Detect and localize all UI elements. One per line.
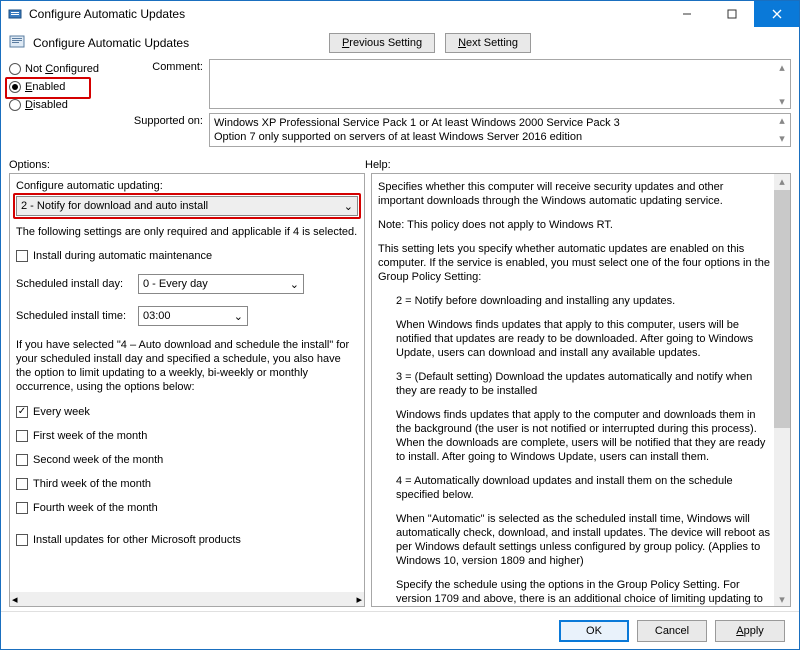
- state-row: Not Configured Enabled Disabled Comment:…: [1, 57, 799, 151]
- radio-icon: [9, 63, 21, 75]
- configure-updating-label: Configure automatic updating:: [16, 180, 358, 192]
- help-pane: Specifies whether this computer will rec…: [371, 173, 791, 607]
- radio-not-configured[interactable]: Not Configured: [9, 63, 129, 75]
- checkbox-icon: [16, 478, 28, 490]
- chevron-down-icon: ⌄: [290, 278, 299, 291]
- scroll-up-icon[interactable]: ▴: [774, 60, 790, 74]
- minimize-button[interactable]: [664, 1, 709, 27]
- help-text: Specifies whether this computer will rec…: [372, 174, 790, 606]
- sched-time-select[interactable]: 03:00 ⌄: [138, 306, 248, 326]
- help-p: Note: This policy does not apply to Wind…: [378, 218, 770, 232]
- sched-time-value: 03:00: [143, 310, 171, 322]
- panes: Configure automatic updating: 2 - Notify…: [1, 173, 799, 611]
- dialog-window: Configure Automatic Updates Configure Au…: [0, 0, 800, 650]
- help-p: Specify the schedule using the options i…: [378, 578, 770, 606]
- install-maintenance-checkbox[interactable]: Install during automatic maintenance: [16, 250, 358, 262]
- chevron-down-icon: ⌄: [344, 200, 353, 213]
- help-p: 3 = (Default setting) Download the updat…: [378, 370, 770, 398]
- checkbox-icon: [16, 454, 28, 466]
- close-button[interactable]: [754, 1, 799, 27]
- title-bar: Configure Automatic Updates: [1, 1, 799, 27]
- radio-disabled[interactable]: Disabled: [9, 99, 129, 111]
- scroll-down-icon[interactable]: ▾: [774, 132, 790, 146]
- radio-icon: [9, 81, 21, 93]
- help-p: When "Automatic" is selected as the sche…: [378, 512, 770, 568]
- options-label: Options:: [9, 159, 365, 171]
- comment-label: Comment:: [129, 59, 209, 73]
- supported-label: Supported on:: [129, 113, 209, 127]
- radio-icon: [9, 99, 21, 111]
- supported-value: Windows XP Professional Service Pack 1 o…: [214, 117, 620, 143]
- every-week-checkbox[interactable]: Every week: [16, 406, 358, 418]
- previous-setting-button[interactable]: Previous Setting: [329, 33, 435, 53]
- help-p: 2 = Notify before downloading and instal…: [378, 294, 770, 308]
- header-row: Configure Automatic Updates Previous Set…: [1, 27, 799, 57]
- first-week-checkbox[interactable]: First week of the month: [16, 430, 358, 442]
- second-week-label: Second week of the month: [33, 454, 163, 466]
- policy-icon: [9, 34, 25, 53]
- sched-day-select[interactable]: 0 - Every day ⌄: [138, 274, 304, 294]
- help-p: Windows finds updates that apply to the …: [378, 408, 770, 464]
- third-week-checkbox[interactable]: Third week of the month: [16, 478, 358, 490]
- second-week-checkbox[interactable]: Second week of the month: [16, 454, 358, 466]
- install-maintenance-label: Install during automatic maintenance: [33, 250, 212, 262]
- help-p: When Windows finds updates that apply to…: [378, 318, 770, 360]
- sched-day-label: Scheduled install day:: [16, 278, 132, 290]
- scroll-down-icon: ▾: [774, 592, 790, 606]
- other-ms-label: Install updates for other Microsoft prod…: [33, 534, 241, 546]
- scroll-up-icon: ▴: [774, 174, 790, 188]
- sched-day-value: 0 - Every day: [143, 278, 208, 290]
- scroll-down-icon[interactable]: ▾: [774, 94, 790, 108]
- window-title: Configure Automatic Updates: [29, 7, 664, 21]
- next-setting-button[interactable]: Next Setting: [445, 33, 531, 53]
- radio-enabled[interactable]: Enabled: [9, 81, 129, 93]
- help-p: Specifies whether this computer will rec…: [378, 180, 770, 208]
- state-radios: Not Configured Enabled Disabled: [9, 59, 129, 151]
- chevron-down-icon: ⌄: [234, 310, 243, 323]
- help-p: This setting lets you specify whether au…: [378, 242, 770, 284]
- checkbox-icon: [16, 430, 28, 442]
- meta-column: Comment: ▴▾ Supported on: Windows XP Pro…: [129, 59, 791, 151]
- limit-note: If you have selected "4 – Auto download …: [16, 338, 358, 394]
- page-title: Configure Automatic Updates: [33, 36, 189, 50]
- checkbox-icon: [16, 534, 28, 546]
- checkbox-icon: [16, 502, 28, 514]
- cancel-button[interactable]: Cancel: [637, 620, 707, 642]
- required-hint: The following settings are only required…: [16, 226, 358, 238]
- scroll-up-icon[interactable]: ▴: [774, 114, 790, 128]
- dialog-footer: OK Cancel Apply: [1, 611, 799, 649]
- scroll-left-icon: ◂: [12, 593, 18, 606]
- supported-field: Windows XP Professional Service Pack 1 o…: [209, 113, 791, 147]
- help-label: Help:: [365, 159, 391, 171]
- comment-field[interactable]: ▴▾: [209, 59, 791, 109]
- fourth-week-label: Fourth week of the month: [33, 502, 158, 514]
- every-week-label: Every week: [33, 406, 90, 418]
- section-labels: Options: Help:: [1, 151, 799, 173]
- maximize-button[interactable]: [709, 1, 754, 27]
- help-p: 4 = Automatically download updates and i…: [378, 474, 770, 502]
- first-week-label: First week of the month: [33, 430, 147, 442]
- options-pane: Configure automatic updating: 2 - Notify…: [9, 173, 365, 607]
- third-week-label: Third week of the month: [33, 478, 151, 490]
- sched-time-label: Scheduled install time:: [16, 310, 132, 322]
- fourth-week-checkbox[interactable]: Fourth week of the month: [16, 502, 358, 514]
- configure-updating-value: 2 - Notify for download and auto install: [21, 200, 208, 212]
- window-controls: [664, 1, 799, 27]
- options-h-scrollbar[interactable]: ◂ ▸: [10, 592, 364, 606]
- ok-button[interactable]: OK: [559, 620, 629, 642]
- app-icon: [7, 6, 23, 22]
- help-v-scrollbar[interactable]: ▴ ▾: [774, 174, 790, 606]
- scrollbar-thumb[interactable]: [774, 190, 790, 428]
- other-ms-checkbox[interactable]: Install updates for other Microsoft prod…: [16, 534, 358, 546]
- checkbox-icon: [16, 406, 28, 418]
- scroll-right-icon: ▸: [356, 593, 362, 606]
- configure-updating-select[interactable]: 2 - Notify for download and auto install…: [16, 196, 358, 216]
- apply-button[interactable]: Apply: [715, 620, 785, 642]
- checkbox-icon: [16, 250, 28, 262]
